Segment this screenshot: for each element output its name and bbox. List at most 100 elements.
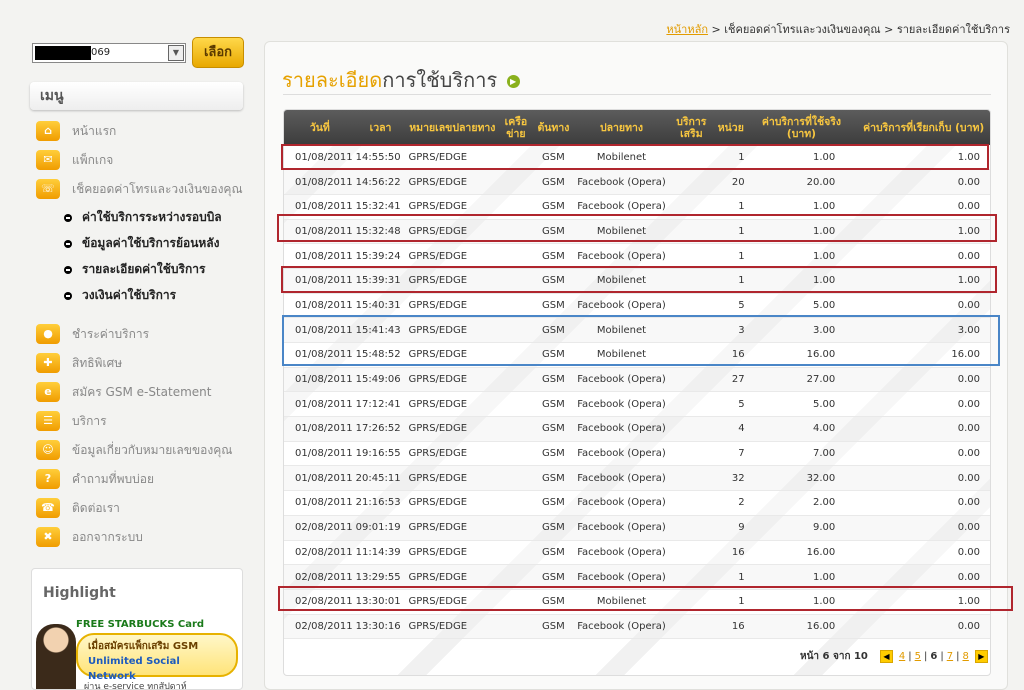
cell-time: 19:16:55 [355,448,401,460]
cell-network [499,343,532,368]
cell-billed-charge: 1.00 [957,151,980,163]
lock-icon: ✖ [36,527,60,547]
cell-time: 17:12:41 [355,398,401,410]
submenu-item-label: ค่าใช้บริการระหว่างรอบบิล [82,210,222,224]
bullet-icon [64,213,72,222]
menu-item[interactable]: ? คำถามที่พบบ่อย [36,468,154,490]
package-icon: ✉ [36,150,60,170]
menu-item[interactable]: ✚ สิทธิพิเศษ [36,352,122,374]
cell-extra-service [669,515,714,540]
cell-date: 01/08/2011 [295,472,353,484]
col-header-unit: หน่วย [717,121,744,134]
cell-billed-charge: 0.00 [957,176,980,188]
cell-actual-charge: 5.00 [812,398,836,410]
cell-network [499,268,532,293]
cell-origin: GSM [542,497,565,509]
menu-item-label: แพ็กเกจ [72,152,114,167]
phone-number-dropdown[interactable]: 069 ▼ [32,43,186,63]
cell-billed-charge: 0.00 [957,423,980,435]
submenu-item[interactable]: ค่าใช้บริการระหว่างรอบบิล [64,208,222,227]
promo-banner[interactable]: เมื่อสมัครแพ็กเสริม GSM Unlimited Social… [76,633,238,682]
table-row: 01/08/2011 15:49:06 GPRS/EDGE GSM Facebook (… [284,367,990,392]
faq-icon: ? [36,469,60,489]
cell-time: 15:39:31 [355,275,401,287]
page-link[interactable]: 7 [947,651,953,662]
submenu-item-label: วงเงินค่าใช้บริการ [82,288,177,302]
cell-time: 13:30:01 [355,596,401,608]
cell-extra-service [669,392,714,417]
table-row: 02/08/2011 09:01:19 GPRS/EDGE GSM Facebook (… [284,515,990,540]
cell-destination: Facebook (Opera) [577,299,666,311]
cell-destination-number: GPRS/EDGE [408,522,468,534]
promo-person-image [36,624,76,689]
cell-destination-number: GPRS/EDGE [408,151,468,163]
cell-destination: Facebook (Opera) [577,448,666,460]
cell-actual-charge: 16.00 [806,349,836,361]
cell-extra-service [669,268,714,293]
col-header-date: วันที่ [309,121,330,134]
cell-actual-charge: 1.00 [812,225,836,237]
cell-billed-charge: 0.00 [957,201,980,213]
page-link[interactable]: 5 [915,651,921,662]
cell-extra-service [669,565,714,590]
prev-arrow-icon[interactable]: ◀ [879,650,893,663]
cell-network [499,614,532,639]
cell-extra-service [669,170,714,195]
col-header-network: เครือข่าย [504,115,528,140]
cell-time: 15:49:06 [355,374,401,386]
page-separator: | [924,651,928,662]
menu-item-label: ชำระค่าบริการ [72,326,150,341]
title-divider [283,94,991,95]
select-button[interactable]: เลือก [192,37,244,68]
breadcrumb-level1[interactable]: เช็คยอดค่าโทรและวงเงินของคุณ [724,23,880,36]
cell-network [499,392,532,417]
menu-item[interactable]: ⌂ หน้าแรก [36,120,116,142]
cell-origin: GSM [542,522,565,534]
menu-item[interactable]: ✖ ออกจากระบบ [36,526,143,548]
breadcrumb-home-link[interactable]: หน้าหลัก [666,23,708,36]
cell-destination-number: GPRS/EDGE [408,472,468,484]
chevron-down-icon[interactable]: ▼ [168,45,184,61]
menu-item[interactable]: e สมัคร GSM e-Statement [36,381,211,403]
cell-unit: 9 [738,522,745,534]
usage-table: วันที่ เวลา หมายเลขปลายทาง เครือข่าย ต้น… [284,110,990,639]
submenu-item[interactable]: รายละเอียดค่าใช้บริการ [64,260,205,279]
cell-destination: Facebook (Opera) [577,497,666,509]
cell-extra-service [669,318,714,343]
cell-unit: 2 [738,497,745,509]
menu-item-label: สิทธิพิเศษ [72,355,123,370]
cell-actual-charge: 1.00 [812,596,836,608]
page-link[interactable]: 4 [899,651,905,662]
cell-unit: 27 [731,374,745,386]
gift-icon: ✚ [36,353,60,373]
redacted-number-mask [35,46,91,60]
contact-icon: ☎ [36,498,60,518]
cell-billed-charge: 3.00 [957,324,980,336]
col-header-origin: ต้นทาง [537,121,570,134]
page-link[interactable]: 8 [962,651,968,662]
menu-item[interactable]: ☏ เช็คยอดค่าโทรและวงเงินของคุณ [36,178,243,200]
cell-time: 13:30:16 [355,620,401,632]
submenu-item[interactable]: ข้อมูลค่าใช้บริการย้อนหลัง [64,234,220,253]
cell-time: 15:40:31 [355,299,401,311]
cell-extra-service [669,367,714,392]
submenu-item[interactable]: วงเงินค่าใช้บริการ [64,286,176,305]
cell-time: 11:14:39 [355,546,401,558]
menu-item[interactable]: ✉ แพ็กเกจ [36,149,113,171]
menu-item[interactable]: ☰ บริการ [36,410,107,432]
menu-item[interactable]: ☎ ติดต่อเรา [36,497,120,519]
cell-network [499,219,532,244]
cell-origin: GSM [542,349,565,361]
cell-extra-service [669,491,714,516]
cell-extra-service [669,466,714,491]
bullet-icon [64,265,72,274]
menu-item[interactable]: ☺ ข้อมูลเกี่ยวกับหมายเลขของคุณ [36,439,232,461]
cell-time: 13:29:55 [355,571,401,583]
table-row: 01/08/2011 21:16:53 GPRS/EDGE GSM Facebook (… [284,490,990,516]
menu-item[interactable]: ● ชำระค่าบริการ [36,323,149,345]
cell-unit: 4 [738,423,745,435]
cell-origin: GSM [542,250,565,262]
cell-extra-service [669,194,714,219]
cell-origin: GSM [542,620,565,632]
next-arrow-icon[interactable]: ▶ [974,650,988,663]
